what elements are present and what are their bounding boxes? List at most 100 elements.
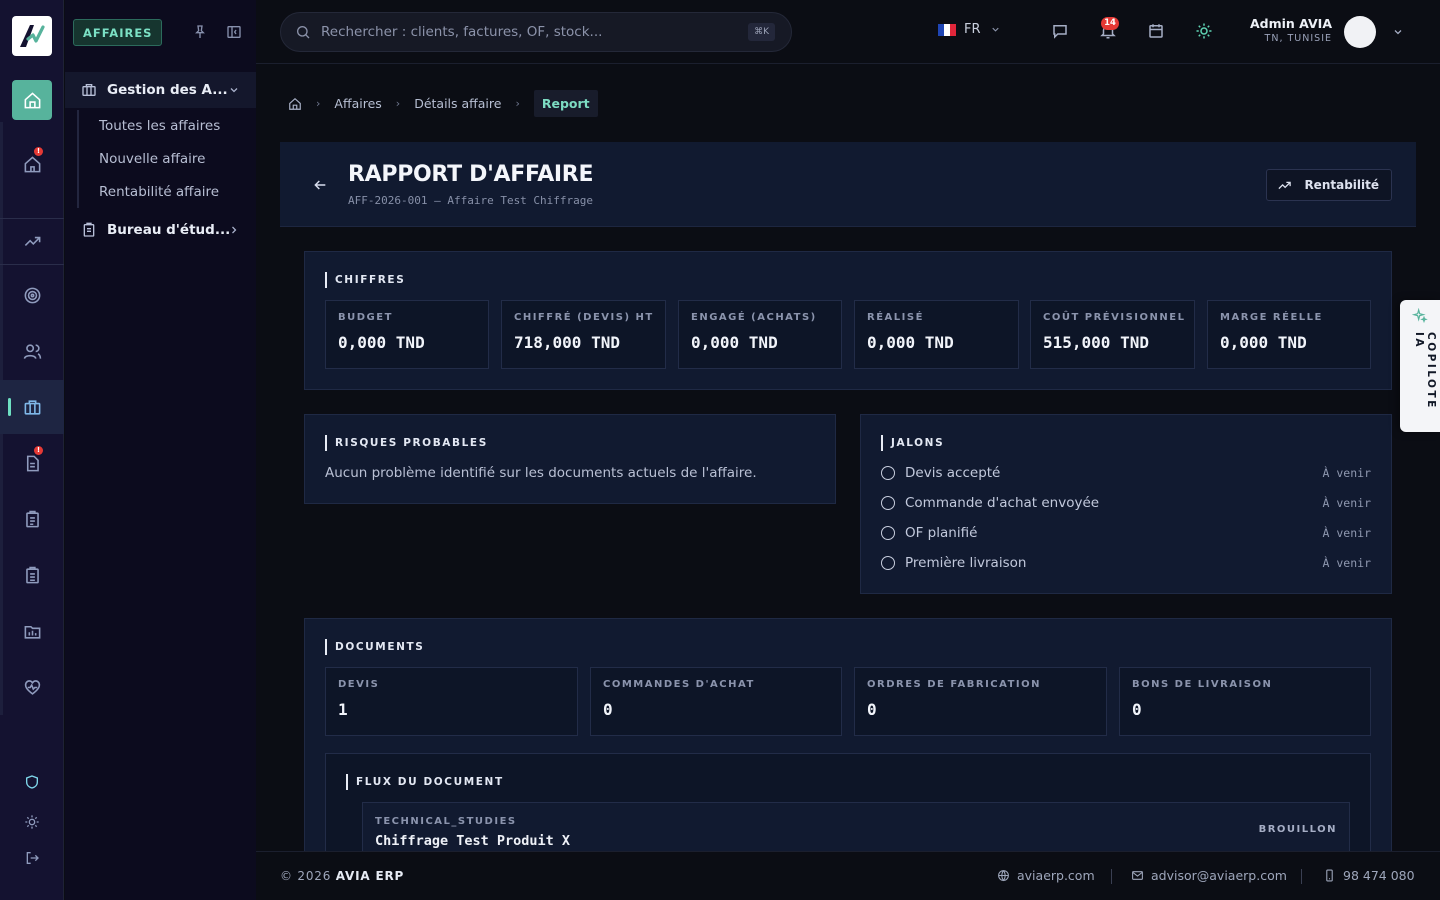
document-count-card[interactable]: COMMANDES D'ACHAT 0 (590, 667, 842, 736)
house-alert-icon (24, 155, 40, 172)
shield-icon (26, 775, 38, 789)
rail-trending-button[interactable] (0, 214, 64, 268)
checklist-icon (25, 566, 39, 583)
milestone-label: OF planifié (905, 525, 978, 541)
logout-icon (26, 852, 39, 864)
rail-users-button[interactable] (0, 324, 64, 378)
breadcrumb-details[interactable]: Détails affaire (414, 96, 501, 111)
home-icon[interactable] (288, 97, 302, 111)
user-location: TN, TUNISIE (1264, 33, 1332, 44)
rail-affaires-button[interactable] (0, 380, 64, 434)
kpi-card: COÛT PRÉVISIONNEL 515,000 TND (1030, 300, 1195, 369)
phone-text: 98 474 080 (1343, 868, 1415, 883)
section-title: FLUX DU DOCUMENT (346, 774, 504, 790)
chat-icon[interactable] (1051, 22, 1069, 40)
pin-icon[interactable] (192, 24, 208, 40)
module-sidebar: AFFAIRES Gestion des A... Toutes les aff… (65, 0, 256, 900)
rail-home-button[interactable] (12, 80, 52, 120)
alert-badge: ! (34, 446, 43, 455)
rail-target-button[interactable] (0, 268, 64, 322)
sun-icon[interactable] (1195, 22, 1213, 40)
website-link[interactable]: aviaerp.com (997, 868, 1095, 883)
breadcrumb: › Affaires › Détails affaire › Report (288, 89, 598, 118)
search-input[interactable] (321, 24, 791, 40)
trending-up-icon (24, 236, 40, 246)
kpi-card: RÉALISÉ 0,000 TND (854, 300, 1019, 369)
sidebar-group-bureau-etudes[interactable]: Bureau d'étud... (65, 212, 256, 248)
language-selector[interactable]: FR (938, 22, 1001, 37)
flow-doc-name: Chiffrage Test Produit X (375, 833, 571, 849)
briefcase-icon (24, 399, 40, 415)
search-bar[interactable]: ⌘K (280, 12, 792, 52)
page-title: RAPPORT D'AFFAIRE (348, 162, 594, 187)
rentabilite-label: Rentabilité (1304, 178, 1379, 192)
kpi-label: RÉALISÉ (867, 312, 924, 323)
rail-health-button[interactable] (0, 660, 64, 714)
copyright: © 2026 AVIA ERP (280, 869, 404, 883)
kpi-value: 0,000 TND (691, 333, 778, 352)
back-arrow-icon[interactable] (312, 177, 328, 193)
sidebar-group-gestion[interactable]: Gestion des A... (65, 72, 256, 108)
milestone-status: À venir (1322, 496, 1371, 510)
rail-documents-button[interactable]: ! (0, 436, 64, 490)
document-count-card[interactable]: DEVIS 1 (325, 667, 578, 736)
flow-doc-type: TECHNICAL_STUDIES (375, 816, 517, 827)
milestone-status: À venir (1322, 526, 1371, 540)
kpi-value: 0,000 TND (1220, 333, 1307, 352)
doc-count-value: 0 (1132, 700, 1142, 719)
collapse-sidebar-icon[interactable] (226, 24, 242, 40)
doc-count-label: BONS DE LIVRAISON (1132, 679, 1273, 690)
module-badge: AFFAIRES (73, 19, 163, 46)
sidebar-group-label: Gestion des A... (107, 82, 228, 98)
circle-icon (881, 526, 895, 540)
footer-divider (1111, 869, 1112, 884)
copilot-tab[interactable]: COPILOTE IA (1400, 300, 1440, 432)
settings-icon (25, 815, 39, 829)
clipboard-icon (25, 510, 39, 527)
rail-divider (0, 264, 64, 265)
milestone-item: OF planifié À venir (881, 523, 1371, 543)
sidebar-item-rentabilite[interactable]: Rentabilité affaire (99, 184, 219, 200)
calendar-icon[interactable] (1147, 22, 1165, 40)
rail-reports-button[interactable] (0, 604, 64, 658)
milestone-item: Devis accepté À venir (881, 463, 1371, 483)
chevron-right-icon: › (316, 97, 321, 110)
chevron-down-icon[interactable] (1392, 26, 1404, 38)
briefcase-icon (82, 84, 96, 96)
avia-logo[interactable] (12, 16, 52, 56)
rail-logout-button[interactable] (0, 831, 64, 885)
sidebar-item-nouvelle-affaire[interactable]: Nouvelle affaire (99, 151, 205, 167)
kpi-card: ENGAGÉ (ACHATS) 0,000 TND (678, 300, 842, 369)
search-icon (297, 26, 310, 39)
brand-name: AVIA ERP (335, 869, 405, 883)
rail-clipboard-button[interactable] (0, 492, 64, 546)
milestone-status: À venir (1322, 556, 1371, 570)
avatar[interactable] (1344, 16, 1376, 48)
mail-icon (1132, 871, 1143, 880)
milestone-label: Devis accepté (905, 465, 1001, 481)
doc-count-label: COMMANDES D'ACHAT (603, 679, 755, 690)
milestone-label: Première livraison (905, 555, 1027, 571)
trending-up-icon (1278, 181, 1292, 189)
breadcrumb-affaires[interactable]: Affaires (334, 96, 381, 111)
doc-count-label: ORDRES DE FABRICATION (867, 679, 1042, 690)
sidebar-item-toutes-affaires[interactable]: Toutes les affaires (99, 118, 220, 134)
user-name: Admin AVIA (1249, 16, 1332, 31)
icon-rail: ! ! (0, 0, 64, 900)
rentabilite-button[interactable]: Rentabilité (1266, 169, 1392, 201)
rail-dashboard-button[interactable]: ! (0, 137, 64, 191)
email-text: advisor@aviaerp.com (1151, 868, 1287, 883)
document-icon (26, 455, 39, 471)
kpi-label: COÛT PRÉVISIONNEL (1043, 312, 1186, 323)
kpi-card: MARGE RÉELLE 0,000 TND (1207, 300, 1371, 369)
doc-count-value: 0 (867, 700, 877, 719)
document-count-card[interactable]: BONS DE LIVRAISON 0 (1119, 667, 1371, 736)
copilot-label: COPILOTE IA (1413, 332, 1437, 410)
folder-chart-icon (24, 625, 40, 639)
search-shortcut: ⌘K (748, 23, 775, 41)
document-count-card[interactable]: ORDRES DE FABRICATION 0 (854, 667, 1107, 736)
email-link[interactable]: advisor@aviaerp.com (1131, 868, 1287, 883)
rail-checklist-button[interactable] (0, 548, 64, 602)
phone-link[interactable]: 98 474 080 (1323, 868, 1415, 883)
footer-divider (1301, 869, 1302, 884)
